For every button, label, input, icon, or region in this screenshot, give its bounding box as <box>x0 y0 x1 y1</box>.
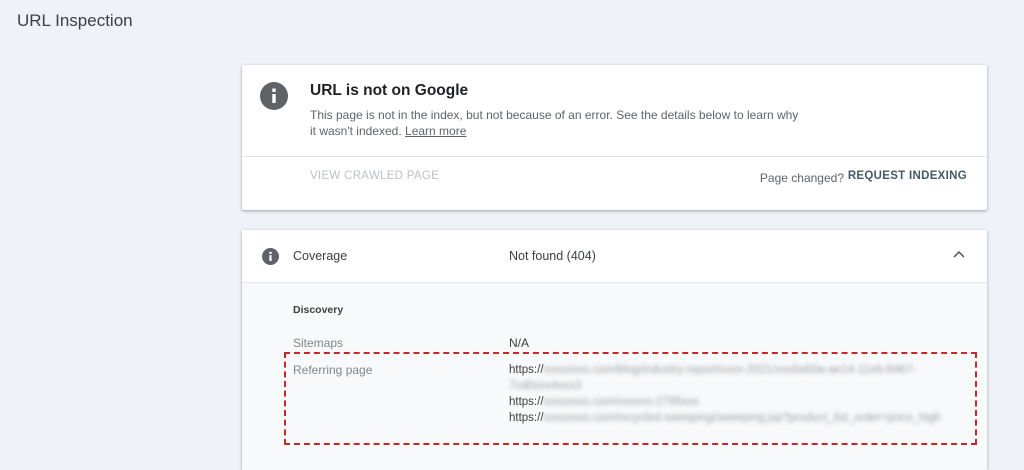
coverage-label: Coverage <box>293 249 348 263</box>
view-crawled-page-button[interactable]: VIEW CRAWLED PAGE <box>310 170 439 182</box>
status-title: URL is not on Google <box>310 82 469 99</box>
coverage-header[interactable]: Coverage Not found (404) <box>242 230 987 283</box>
status-description-text: This page is not in the index, but not b… <box>310 108 799 138</box>
page-title: URL Inspection <box>17 11 133 30</box>
info-icon <box>262 248 279 265</box>
learn-more-link[interactable]: Learn more <box>405 124 466 138</box>
request-indexing-button[interactable]: REQUEST INDEXING <box>848 170 967 182</box>
highlight-annotation-box <box>284 352 977 445</box>
discovery-heading: Discovery <box>293 304 344 316</box>
coverage-value: Not found (404) <box>509 249 596 263</box>
sitemaps-value: N/A <box>509 336 530 350</box>
chevron-up-icon[interactable] <box>953 250 965 258</box>
page-changed-label: Page changed? <box>759 171 844 185</box>
status-actions: VIEW CRAWLED PAGE Page changed? REQUEST … <box>242 157 987 209</box>
status-card: URL is not on Google This page is not in… <box>242 65 987 210</box>
info-icon <box>260 82 288 110</box>
status-summary: URL is not on Google This page is not in… <box>242 65 987 157</box>
sitemaps-label: Sitemaps <box>293 336 344 350</box>
status-description: This page is not in the index, but not b… <box>310 107 800 139</box>
